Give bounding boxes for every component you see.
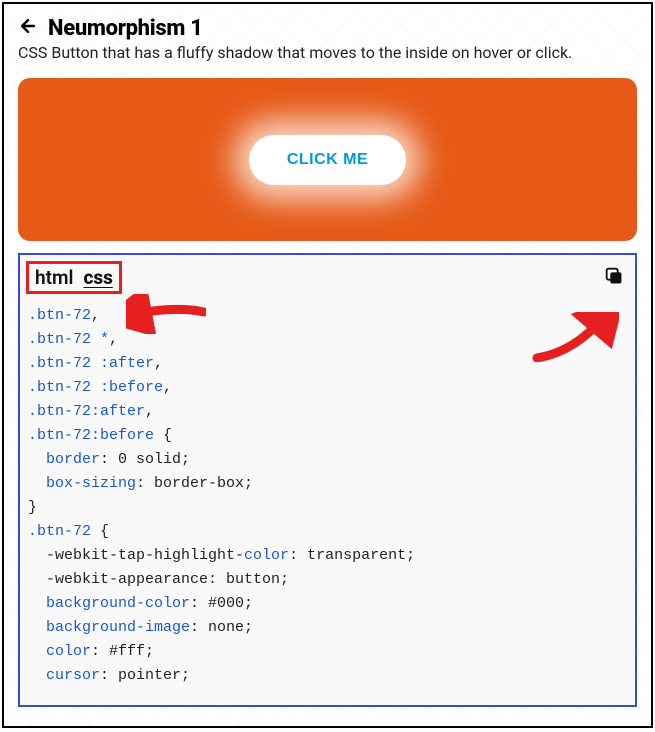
copy-button[interactable] (603, 265, 625, 287)
tab-css[interactable]: css (83, 266, 112, 289)
page-subtitle: CSS Button that has a fluffy shadow that… (18, 43, 637, 62)
tab-html[interactable]: html (35, 266, 73, 289)
preview-panel: CLICK ME (18, 78, 637, 241)
back-button[interactable] (18, 16, 38, 41)
code-tabs: html css (20, 255, 635, 294)
tab-highlight-box: html css (26, 261, 122, 294)
demo-button[interactable]: CLICK ME (249, 135, 406, 185)
code-panel: html css .btn-72, .btn-72 *, .btn-72 :af… (18, 253, 637, 707)
code-content[interactable]: .btn-72, .btn-72 *, .btn-72 :after, .btn… (26, 298, 629, 706)
page-title: Neumorphism 1 (48, 16, 203, 41)
